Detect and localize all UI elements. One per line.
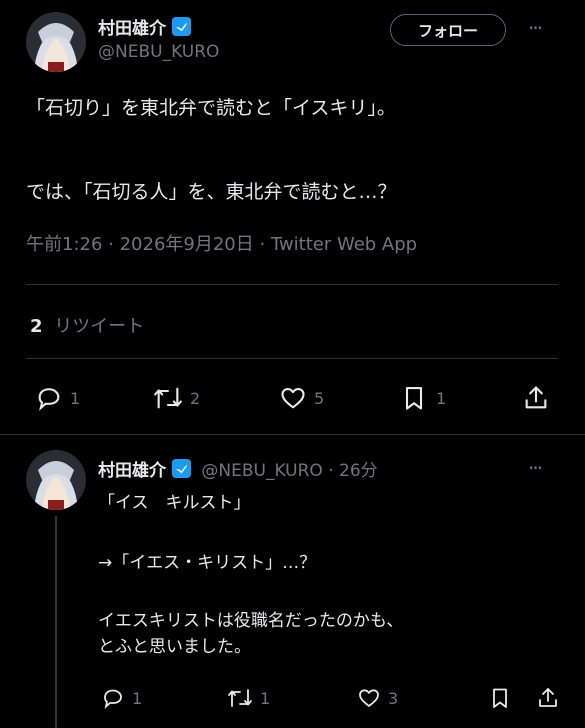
share-icon bbox=[539, 688, 557, 707]
bookmark-icon bbox=[405, 387, 423, 410]
author-handle[interactable]: @NEBU_KURO bbox=[98, 42, 219, 62]
reply-count: 1 bbox=[70, 388, 81, 408]
like-count: 3 bbox=[388, 688, 399, 708]
retweet-count: 2 bbox=[30, 316, 43, 337]
bookmark-button[interactable]: 1 bbox=[400, 384, 446, 412]
like-button[interactable]: 5 bbox=[278, 384, 324, 412]
retweet-icon bbox=[228, 689, 252, 707]
verified-badge-icon bbox=[171, 16, 192, 42]
author-name[interactable]: 村田雄介 bbox=[98, 14, 192, 42]
more-options-icon[interactable]: ··· bbox=[528, 16, 543, 40]
tweet-timestamp[interactable]: 午前1:26 · 2026年9月20日 · Twitter Web App bbox=[26, 230, 417, 256]
reply-line: とふと思いました。 bbox=[98, 637, 251, 657]
reply-body: 「イス キルスト」 →「イエス・キリスト」…？ イエスキリストは役職名だったのか… bbox=[98, 490, 403, 660]
reply-line: 「イス キルスト」 bbox=[98, 493, 251, 513]
retweet-button[interactable]: 2 bbox=[152, 384, 200, 412]
share-icon bbox=[525, 386, 547, 409]
divider bbox=[26, 358, 558, 359]
reply-line: イエスキリストは役職名だったのかも、 bbox=[98, 611, 404, 631]
reply-icon bbox=[38, 388, 60, 411]
retweet-label: リツイート bbox=[54, 316, 145, 337]
retweet-action-count: 1 bbox=[260, 688, 271, 708]
bookmark-button[interactable] bbox=[488, 686, 512, 710]
reply-header: 村田雄介 @NEBU_KURO · 26分 bbox=[98, 456, 378, 484]
reply-line: →「イエス・キリスト」…？ bbox=[98, 553, 317, 573]
reply-line bbox=[98, 576, 403, 608]
divider bbox=[0, 434, 585, 435]
avatar[interactable] bbox=[26, 450, 86, 510]
follow-button[interactable]: フォロー bbox=[390, 14, 506, 46]
retweet-action-count: 2 bbox=[190, 388, 201, 408]
retweet-stats[interactable]: 2 リツイート bbox=[30, 312, 144, 338]
divider bbox=[26, 284, 558, 285]
verified-badge-icon bbox=[171, 458, 192, 484]
tweet-line bbox=[26, 122, 397, 178]
bookmark-count: 1 bbox=[436, 388, 447, 408]
author-handle-time[interactable]: @NEBU_KURO · 26分 bbox=[201, 461, 377, 481]
share-button[interactable] bbox=[536, 686, 560, 710]
avatar[interactable] bbox=[26, 12, 86, 72]
share-button[interactable] bbox=[522, 384, 550, 412]
thread-line bbox=[55, 516, 57, 728]
bookmark-icon bbox=[493, 688, 507, 708]
retweet-icon bbox=[154, 387, 182, 409]
tweet-line: 「石切り」を東北弁で読むと「イスキリ」。 bbox=[26, 97, 396, 119]
reply-count: 1 bbox=[132, 688, 143, 708]
reply-button[interactable]: 1 bbox=[100, 686, 142, 710]
retweet-button[interactable]: 1 bbox=[226, 686, 270, 710]
tweet-line: では、「石切る人」を、東北弁で読むと…？ bbox=[26, 181, 397, 203]
like-count: 5 bbox=[314, 388, 325, 408]
author-name[interactable]: 村田雄介 bbox=[98, 461, 166, 481]
reply-icon bbox=[104, 689, 122, 709]
tweet-body: 「石切り」を東北弁で読むと「イスキリ」。 では、「石切る人」を、東北弁で読むと…… bbox=[26, 94, 397, 206]
reply-button[interactable]: 1 bbox=[34, 384, 80, 412]
more-options-icon[interactable]: ··· bbox=[528, 456, 543, 480]
like-button[interactable]: 3 bbox=[356, 686, 398, 710]
heart-icon bbox=[281, 387, 305, 409]
heart-icon bbox=[359, 689, 379, 707]
reply-line bbox=[98, 516, 403, 550]
